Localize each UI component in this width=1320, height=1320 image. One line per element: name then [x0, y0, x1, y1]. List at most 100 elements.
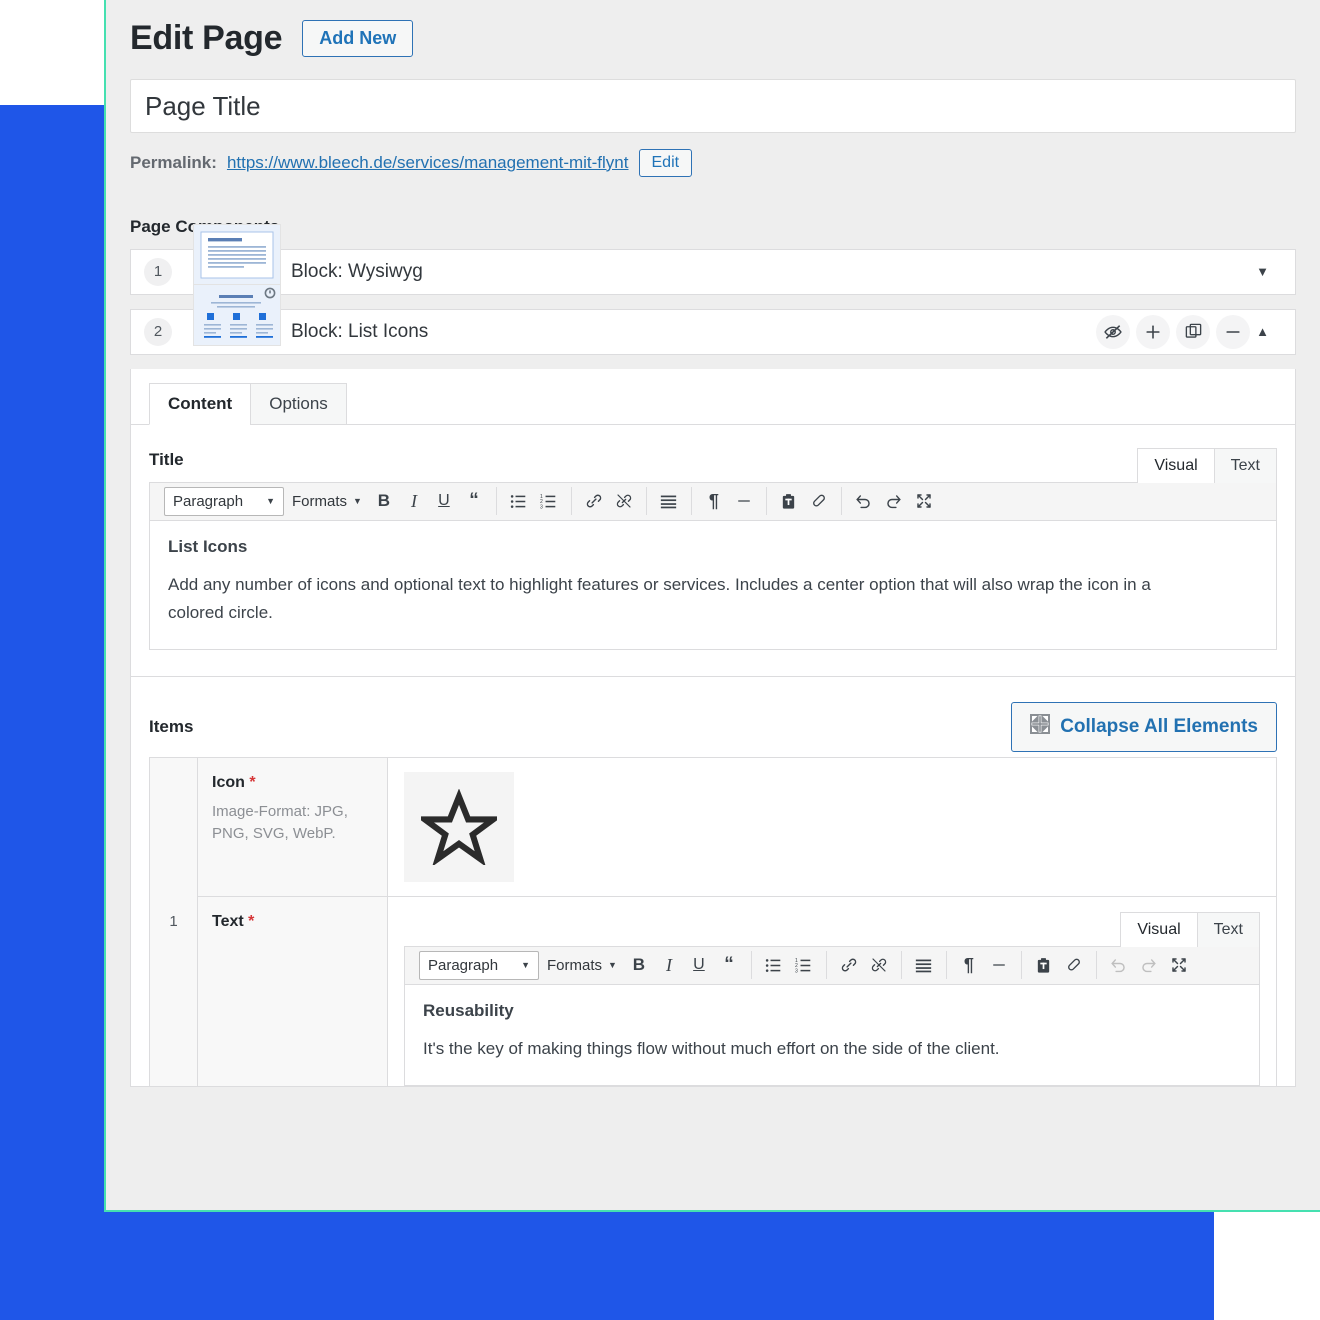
block-number: 1 — [131, 257, 185, 286]
text-editor: Paragraph ▼ Formats ▼ B I U “ 1 2 3 ¶ Re… — [404, 945, 1260, 1086]
clear-formatting-icon[interactable] — [805, 487, 833, 515]
text-row-body: Visual Text Paragraph ▼ Formats ▼ B I U … — [388, 896, 1276, 1086]
block-label: Block: Wysiwyg — [291, 260, 423, 282]
insert-link-icon[interactable] — [580, 487, 608, 515]
add-icon[interactable] — [1136, 314, 1171, 349]
list-icons-thumbnail — [193, 283, 281, 346]
pilcrow-icon[interactable]: ¶ — [955, 951, 983, 979]
page-title-input[interactable]: Page Title — [130, 78, 1296, 133]
icon-label-text: Icon — [212, 773, 245, 791]
block-number-label: 1 — [144, 257, 172, 286]
formats-label: Formats — [547, 956, 603, 974]
undo-icon[interactable] — [850, 487, 878, 515]
editor-toolbar: Paragraph ▼ Formats ▼ B I U “ 1 2 3 ¶ — [405, 946, 1259, 985]
bold-icon[interactable]: B — [370, 487, 398, 515]
format-select-value: Paragraph — [428, 956, 499, 974]
blockquote-icon[interactable]: “ — [715, 951, 743, 979]
title-editor: Paragraph ▼ Formats ▼ B I U “ 1 2 3 ¶ Li… — [149, 481, 1277, 650]
clear-formatting-icon[interactable] — [1060, 951, 1088, 979]
hide-eye-icon[interactable] — [1096, 314, 1131, 349]
undo-icon[interactable] — [1105, 951, 1133, 979]
wordpress-admin-screenshot-frame: Edit Page Add New Page Title Permalink: … — [104, 0, 1320, 1212]
paste-as-text-icon[interactable] — [1030, 951, 1058, 979]
item-row-text: Text * Visual Text Paragraph ▼ Formats ▼… — [198, 896, 1276, 1086]
format-select[interactable]: Paragraph ▼ — [164, 486, 284, 516]
formats-menu[interactable]: Formats ▼ — [541, 953, 623, 978]
svg-text:3: 3 — [540, 504, 543, 510]
format-select[interactable]: Paragraph ▼ — [419, 950, 539, 980]
numbered-list-icon[interactable]: 1 2 3 — [790, 951, 818, 979]
italic-icon[interactable]: I — [655, 951, 683, 979]
remove-icon[interactable] — [1216, 314, 1251, 349]
permalink-edit-button[interactable]: Edit — [638, 148, 693, 177]
collapse-elements-icon — [1030, 713, 1051, 740]
editor-content-paragraph: Add any number of icons and optional tex… — [168, 574, 1151, 622]
underline-icon[interactable]: U — [685, 951, 713, 979]
paste-as-text-icon[interactable] — [775, 487, 803, 515]
block-row-wysiwyg[interactable]: 1 Block: Wysiwyg ▼ — [130, 223, 1296, 295]
text-row-label: Text * — [198, 896, 388, 1086]
editor-content-paragraph: It's the key of making things flow witho… — [423, 1038, 1000, 1058]
expand-caret-icon[interactable]: ▼ — [1256, 264, 1283, 279]
duplicate-icon[interactable] — [1176, 314, 1211, 349]
italic-icon[interactable]: I — [400, 487, 428, 515]
bold-icon[interactable]: B — [625, 951, 653, 979]
tab-text[interactable]: Text — [1213, 447, 1277, 483]
insert-link-icon[interactable] — [835, 951, 863, 979]
bullet-list-icon[interactable] — [505, 487, 533, 515]
block-panel: Content Options Title Visual Text Paragr… — [130, 368, 1296, 1087]
item-index: 1 — [150, 757, 198, 1086]
block-row-list-icons[interactable]: 2 Block: List Icons ▲ — [130, 283, 1296, 355]
numbered-list-icon[interactable]: 1 2 3 — [535, 487, 563, 515]
tab-visual[interactable]: Visual — [1137, 447, 1215, 483]
editor-content-title: Reusability — [423, 1000, 514, 1020]
tab-visual[interactable]: Visual — [1120, 911, 1198, 947]
tab-content[interactable]: Content — [149, 382, 252, 425]
icon-row-body — [388, 757, 1276, 896]
horizontal-rule-icon[interactable] — [730, 487, 758, 515]
text-label: Text * — [212, 913, 373, 931]
required-marker: * — [249, 773, 256, 791]
blockquote-icon[interactable]: “ — [460, 487, 488, 515]
remove-link-icon[interactable] — [610, 487, 638, 515]
fullscreen-icon[interactable] — [910, 487, 938, 515]
horizontal-rule-icon[interactable] — [985, 951, 1013, 979]
fullscreen-icon[interactable] — [1165, 951, 1193, 979]
title-editor-content[interactable]: List Icons Add any number of icons and o… — [150, 521, 1276, 649]
add-new-button[interactable]: Add New — [302, 19, 414, 58]
permalink-label: Permalink: — [130, 152, 217, 172]
tab-text[interactable]: Text — [1196, 911, 1260, 947]
items-header: Items Collapse All Elements — [149, 697, 1277, 757]
text-label-text: Text — [212, 912, 244, 930]
text-editor-mode-tabs: Visual Text — [404, 911, 1260, 947]
chevron-down-icon: ▼ — [521, 960, 530, 971]
pilcrow-icon[interactable]: ¶ — [700, 487, 728, 515]
icon-format-description: Image-Format: JPG, PNG, SVG, WebP. — [212, 802, 348, 842]
text-editor-content[interactable]: Reusability It's the key of making thing… — [405, 985, 1259, 1085]
icon-label: Icon * — [212, 774, 373, 792]
block-actions: ▼ — [1256, 264, 1295, 279]
redo-icon[interactable] — [880, 487, 908, 515]
chevron-down-icon: ▼ — [608, 960, 617, 971]
items-label: Items — [149, 716, 194, 736]
item-row-icon: Icon * Image-Format: JPG, PNG, SVG, WebP… — [198, 757, 1276, 897]
remove-link-icon[interactable] — [865, 951, 893, 979]
permalink-link[interactable]: https://www.bleech.de/services/managemen… — [227, 153, 629, 173]
items-section: Items Collapse All Elements 1 Icon * Ima… — [131, 675, 1295, 1086]
block-number: 2 — [131, 317, 185, 346]
align-icon[interactable] — [910, 951, 938, 979]
block-actions: ▲ — [1096, 314, 1295, 349]
bullet-list-icon[interactable] — [760, 951, 788, 979]
redo-icon[interactable] — [1135, 951, 1163, 979]
collapse-caret-icon[interactable]: ▲ — [1256, 324, 1283, 339]
title-field-section: Title Visual Text Paragraph ▼ Formats ▼ … — [131, 425, 1295, 676]
collapse-all-elements-button[interactable]: Collapse All Elements — [1011, 701, 1277, 752]
star-icon[interactable] — [404, 771, 514, 882]
title-field-label: Title — [149, 449, 184, 469]
editor-content-title: List Icons — [168, 536, 248, 556]
align-icon[interactable] — [655, 487, 683, 515]
item-rows: Icon * Image-Format: JPG, PNG, SVG, WebP… — [198, 757, 1276, 1086]
tab-options[interactable]: Options — [250, 382, 347, 425]
formats-menu[interactable]: Formats ▼ — [286, 489, 368, 514]
underline-icon[interactable]: U — [430, 487, 458, 515]
